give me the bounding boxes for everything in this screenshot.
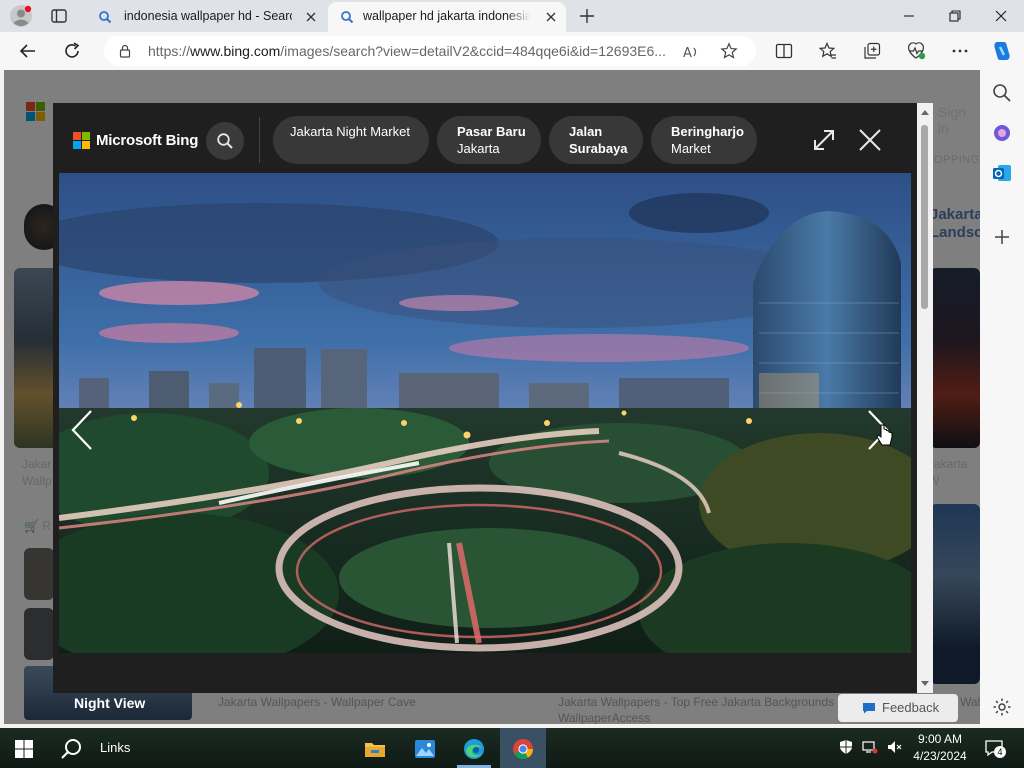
lock-icon[interactable] bbox=[118, 44, 132, 58]
microsoft-logo-icon bbox=[73, 132, 90, 149]
scrollbar-thumb[interactable] bbox=[921, 125, 928, 309]
feedback-button[interactable]: Feedback bbox=[838, 694, 958, 722]
volume-muted-icon[interactable] bbox=[886, 739, 902, 755]
clock-time: 9:00 AM bbox=[917, 732, 963, 746]
copilot-app-icon[interactable] bbox=[991, 122, 1013, 144]
favorite-star-icon[interactable] bbox=[720, 42, 738, 60]
close-icon[interactable] bbox=[857, 127, 883, 153]
photos-app-icon[interactable] bbox=[413, 737, 437, 761]
collections-icon[interactable] bbox=[862, 41, 882, 61]
tab-strip: indonesia wallpaper hd - Search wallpape… bbox=[0, 0, 1024, 32]
search-icon bbox=[217, 133, 233, 149]
search-icon[interactable] bbox=[991, 82, 1013, 104]
taskbar-search-icon[interactable] bbox=[60, 737, 84, 761]
previous-image-icon[interactable] bbox=[67, 408, 97, 452]
security-shield-icon[interactable] bbox=[838, 739, 854, 755]
url-domain: www.bing.com bbox=[190, 43, 281, 59]
scroll-up-icon[interactable] bbox=[920, 108, 930, 116]
main-image[interactable] bbox=[59, 173, 911, 653]
clock[interactable]: 9:00 AM 4/23/2024 bbox=[908, 731, 972, 765]
chip-label: Pasar Baru bbox=[457, 124, 526, 139]
bing-search-favicon-icon bbox=[99, 11, 112, 24]
chip-label: Jakarta Night Market bbox=[290, 124, 410, 139]
clock-date: 4/23/2024 bbox=[913, 749, 967, 763]
bing-brand[interactable]: Microsoft Bing bbox=[73, 132, 198, 149]
caption-line: WallpaperAccess bbox=[558, 711, 651, 724]
caption-line: Jakarta Wallpapers - Top Free Jakarta Ba… bbox=[558, 695, 835, 709]
scroll-down-icon[interactable] bbox=[920, 680, 930, 688]
close-window-icon[interactable] bbox=[992, 7, 1010, 25]
split-screen-icon[interactable] bbox=[774, 41, 794, 61]
divider bbox=[259, 117, 260, 163]
feedback-icon bbox=[863, 703, 875, 714]
edge-sidebar bbox=[980, 70, 1024, 728]
read-aloud-icon[interactable]: A bbox=[682, 43, 700, 61]
back-icon[interactable] bbox=[18, 41, 38, 61]
bottom-result-caption[interactable]: Wallp bbox=[960, 694, 980, 710]
outlook-icon[interactable] bbox=[991, 162, 1013, 184]
url-path: /images/search?view=detailV2&ccid=484qqe… bbox=[280, 43, 666, 59]
more-options-icon[interactable] bbox=[950, 41, 970, 61]
address-bar-row: https://www.bing.com/images/search?view=… bbox=[0, 32, 1024, 70]
minimize-icon[interactable] bbox=[900, 7, 918, 25]
restore-icon[interactable] bbox=[946, 7, 964, 25]
page-content: Jakar Wallp Jakarta W 🛒 R Sign in OPPING… bbox=[4, 70, 980, 724]
related-chip-jalan-surabaya[interactable]: Jalan Surabaya bbox=[549, 116, 643, 164]
windows-start-icon[interactable] bbox=[12, 737, 36, 761]
svg-text:A: A bbox=[683, 46, 692, 61]
profile-icon[interactable] bbox=[10, 5, 32, 27]
bottom-result-caption[interactable]: Jakarta Wallpapers - Top Free Jakarta Ba… bbox=[558, 694, 834, 724]
chip-label: Jalan bbox=[569, 124, 603, 139]
tab-title: indonesia wallpaper hd - Search bbox=[124, 9, 292, 23]
url-scheme: https:// bbox=[148, 43, 191, 59]
brand-name: Microsoft Bing bbox=[96, 132, 199, 149]
chip-label: Surabaya bbox=[569, 141, 628, 156]
screen: indonesia wallpaper hd - Search wallpape… bbox=[0, 0, 1024, 768]
visual-search-button[interactable] bbox=[206, 122, 244, 160]
bottom-result-caption[interactable]: Jakarta Wallpapers - Wallpaper Cave bbox=[218, 694, 416, 710]
close-tab-icon[interactable] bbox=[544, 10, 558, 24]
sidebar-settings-gear-icon[interactable] bbox=[991, 696, 1013, 718]
network-icon[interactable] bbox=[862, 739, 878, 755]
edge-browser-icon[interactable] bbox=[462, 737, 486, 761]
address-bar[interactable]: https://www.bing.com/images/search?view=… bbox=[104, 36, 756, 66]
file-explorer-icon[interactable] bbox=[363, 737, 387, 761]
chrome-browser-icon[interactable] bbox=[511, 737, 535, 761]
tab-indonesia-wallpaper[interactable]: indonesia wallpaper hd - Search bbox=[86, 2, 326, 32]
bing-search-favicon-icon bbox=[341, 11, 354, 24]
links-toolbar[interactable]: Links bbox=[100, 740, 130, 755]
related-chip-jakarta-night-market[interactable]: Jakarta Night Market bbox=[273, 116, 429, 164]
expand-icon[interactable] bbox=[811, 127, 837, 153]
related-chip-pasar-baru[interactable]: Pasar Baru Jakarta bbox=[437, 116, 541, 164]
chip-label: Market bbox=[671, 141, 711, 156]
chip-label: Jakarta bbox=[457, 141, 500, 156]
favorites-icon[interactable] bbox=[818, 41, 838, 61]
night-view-label: Night View bbox=[74, 695, 146, 711]
refresh-icon[interactable] bbox=[62, 41, 82, 61]
chip-label: Beringharjo bbox=[671, 124, 744, 139]
image-viewer-modal: Microsoft Bing Jakarta Night Market Pasa… bbox=[53, 103, 917, 693]
related-chip-beringharjo-market[interactable]: Beringharjo Market bbox=[651, 116, 757, 164]
close-tab-icon[interactable] bbox=[304, 10, 318, 24]
tab-wallpaper-jakarta[interactable]: wallpaper hd jakarta indonesia - Search bbox=[328, 2, 566, 32]
tab-title: wallpaper hd jakarta indonesia - Search bbox=[363, 9, 531, 23]
copilot-icon[interactable] bbox=[990, 39, 1014, 63]
browser-essentials-icon[interactable] bbox=[906, 41, 926, 61]
tab-actions-icon[interactable] bbox=[50, 7, 68, 25]
add-app-icon[interactable] bbox=[991, 226, 1013, 248]
mouse-cursor-icon bbox=[876, 424, 893, 446]
feedback-label: Feedback bbox=[882, 700, 940, 715]
url-text[interactable]: https://www.bing.com/images/search?view=… bbox=[148, 43, 678, 59]
notification-count-badge: 4 bbox=[994, 746, 1006, 758]
modal-scrollbar[interactable] bbox=[917, 103, 933, 693]
taskbar: Links 9:00 AM 4/23/2024 4 bbox=[0, 728, 1024, 768]
notification-center-button[interactable]: 4 bbox=[984, 738, 1006, 758]
new-tab-icon[interactable] bbox=[578, 7, 596, 25]
